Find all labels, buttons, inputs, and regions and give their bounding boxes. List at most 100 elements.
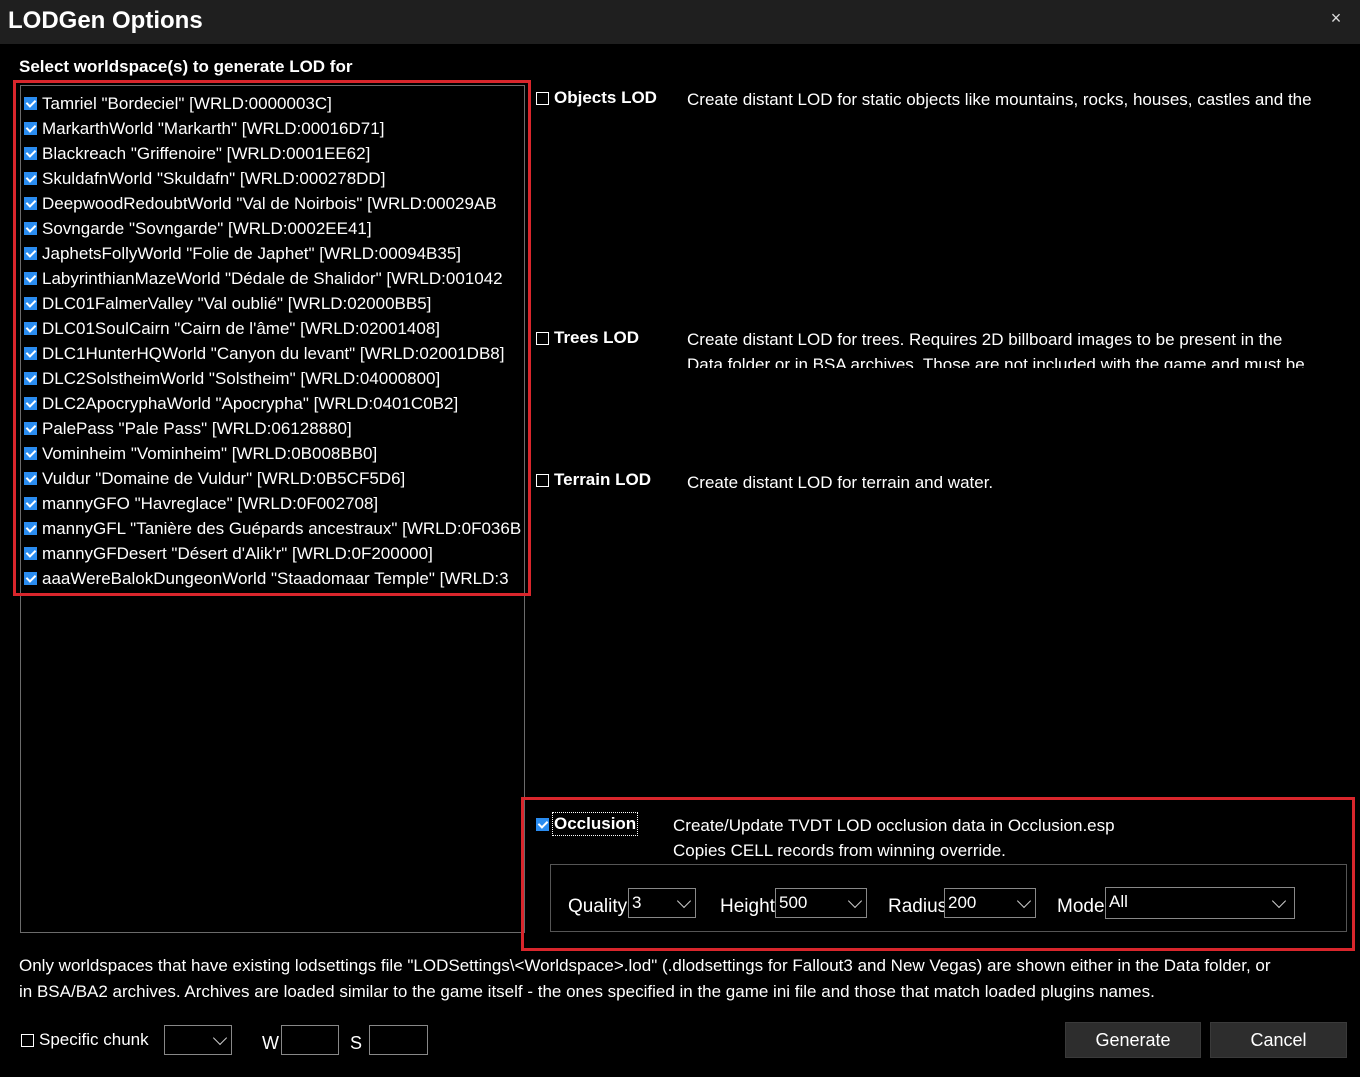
generate-button[interactable]: Generate (1065, 1022, 1201, 1058)
worldspace-item[interactable]: SkuldafnWorld "Skuldafn" [WRLD:000278DD] (24, 166, 521, 191)
objects-lod-checkbox[interactable] (536, 91, 549, 105)
worldspace-checkbox[interactable] (24, 247, 37, 260)
worldspace-checkbox[interactable] (24, 572, 37, 585)
chunk-select[interactable] (164, 1025, 232, 1055)
worldspace-checkbox[interactable] (24, 397, 37, 410)
worldspace-checkbox[interactable] (24, 147, 37, 160)
worldspace-label: Blackreach "Griffenoire" [WRLD:0001EE62] (42, 144, 371, 163)
title-bar (0, 0, 1360, 44)
chevron-down-icon (1271, 893, 1287, 909)
worldspace-item[interactable]: Vuldur "Domaine de Vuldur" [WRLD:0B5CF5D… (24, 466, 521, 491)
occlusion-checkbox[interactable] (536, 817, 549, 831)
mode-value: All (1109, 892, 1128, 911)
worldspace-label: JaphetsFollyWorld "Folie de Japhet" [WRL… (42, 244, 462, 263)
terrain-lod-checkbox[interactable] (536, 473, 549, 487)
worldspace-checkbox[interactable] (24, 497, 37, 510)
chunk-w-label: W (262, 1033, 279, 1053)
worldspace-list-label: Select worldspace(s) to generate LOD for (19, 57, 353, 76)
worldspace-label: Sovngarde "Sovngarde" [WRLD:0002EE41] (42, 219, 372, 238)
worldspace-item[interactable]: MarkarthWorld "Markarth" [WRLD:00016D71] (24, 116, 521, 141)
worldspace-item[interactable]: mannyGFO "Havreglace" [WRLD:0F002708] (24, 491, 521, 516)
worldspace-label: Vuldur "Domaine de Vuldur" [WRLD:0B5CF5D… (42, 469, 406, 488)
occlusion-desc-line2: Copies CELL records from winning overrid… (673, 841, 1006, 860)
worldspace-item[interactable]: DeepwoodRedoubtWorld "Val de Noirbois" [… (24, 191, 521, 216)
worldspace-items: Tamriel "Bordeciel" [WRLD:0000003C] Marka… (24, 91, 521, 591)
height-select[interactable]: 500 (775, 888, 867, 918)
occlusion-option[interactable]: Occlusion (536, 812, 639, 836)
worldspace-checkbox[interactable] (24, 547, 37, 560)
worldspace-checkbox[interactable] (24, 522, 37, 535)
worldspace-checkbox[interactable] (24, 97, 37, 110)
worldspace-item[interactable]: mannyGFDesert "Désert d'Alik'r" [WRLD:0F… (24, 541, 521, 566)
worldspace-checkbox[interactable] (24, 472, 37, 485)
radius-value: 200 (948, 893, 977, 912)
worldspace-item[interactable]: Blackreach "Griffenoire" [WRLD:0001EE62] (24, 141, 521, 166)
worldspace-label: DLC01FalmerValley "Val oublié" [WRLD:020… (42, 294, 432, 313)
worldspace-item[interactable]: DLC2SolstheimWorld "Solstheim" [WRLD:040… (24, 366, 521, 391)
cancel-button[interactable]: Cancel (1210, 1022, 1347, 1058)
worldspace-checkbox[interactable] (24, 272, 37, 285)
window-title: LODGen Options (8, 7, 203, 34)
radius-select[interactable]: 200 (944, 888, 1036, 918)
trees-lod-label: Trees LOD (554, 328, 640, 347)
worldspace-label: aaaWereBalokDungeonWorld "Staadomaar Tem… (42, 569, 509, 588)
worldspace-item[interactable]: JaphetsFollyWorld "Folie de Japhet" [WRL… (24, 241, 521, 266)
worldspace-item[interactable]: DLC01FalmerValley "Val oublié" [WRLD:020… (24, 291, 521, 316)
worldspace-item[interactable]: DLC1HunterHQWorld "Canyon du levant" [WR… (24, 341, 521, 366)
quality-select[interactable]: 3 (628, 888, 696, 918)
worldspace-item[interactable]: aaaWereBalokDungeonWorld "Staadomaar Tem… (24, 566, 521, 591)
specific-chunk-checkbox[interactable] (21, 1033, 34, 1047)
worldspace-label: DLC2ApocryphaWorld "Apocrypha" [WRLD:040… (42, 394, 459, 413)
worldspace-item[interactable]: Tamriel "Bordeciel" [WRLD:0000003C] (24, 91, 521, 116)
trees-lod-option[interactable]: Trees LOD (536, 328, 639, 348)
terrain-lod-option[interactable]: Terrain LOD (536, 470, 651, 490)
worldspace-checkbox[interactable] (24, 197, 37, 210)
worldspace-item[interactable]: mannyGFL "Tanière des Guépards ancestrau… (24, 516, 521, 541)
specific-chunk-label: Specific chunk (39, 1030, 149, 1049)
worldspace-label: SkuldafnWorld "Skuldafn" [WRLD:000278DD] (42, 169, 386, 188)
worldspace-checkbox[interactable] (24, 447, 37, 460)
worldspace-checkbox[interactable] (24, 222, 37, 235)
worldspace-label: mannyGFL "Tanière des Guépards ancestrau… (42, 519, 522, 538)
worldspace-label: DLC2SolstheimWorld "Solstheim" [WRLD:040… (42, 369, 441, 388)
objects-lod-option[interactable]: Objects LOD (536, 88, 657, 108)
worldspace-list[interactable]: Tamriel "Bordeciel" [WRLD:0000003C] Marka… (20, 85, 525, 933)
height-value: 500 (779, 893, 808, 912)
worldspace-checkbox[interactable] (24, 322, 37, 335)
chunk-w-input[interactable] (281, 1025, 339, 1055)
terrain-lod-description: Create distant LOD for terrain and water… (687, 473, 994, 492)
worldspace-checkbox[interactable] (24, 372, 37, 385)
worldspace-label: Tamriel "Bordeciel" [WRLD:0000003C] (42, 94, 332, 113)
worldspace-item[interactable]: PalePass "Pale Pass" [WRLD:06128880] (24, 416, 521, 441)
worldspace-label: DLC01SoulCairn "Cairn de l'âme" [WRLD:02… (42, 319, 441, 338)
worldspace-checkbox[interactable] (24, 172, 37, 185)
height-label: Height (720, 896, 775, 917)
worldspace-item[interactable]: LabyrinthianMazeWorld "Dédale de Shalido… (24, 266, 521, 291)
worldspace-checkbox[interactable] (24, 422, 37, 435)
trees-lod-desc-line1: Create distant LOD for trees. Requires 2… (687, 330, 1283, 349)
chevron-down-icon (212, 1030, 228, 1046)
info-text: Only worldspaces that have existing lods… (19, 953, 1349, 1005)
worldspace-checkbox[interactable] (24, 347, 37, 360)
mode-select[interactable]: All (1105, 887, 1295, 919)
worldspace-label: mannyGFO "Havreglace" [WRLD:0F002708] (42, 494, 379, 513)
worldspace-item[interactable]: DLC2ApocryphaWorld "Apocrypha" [WRLD:040… (24, 391, 521, 416)
worldspace-checkbox[interactable] (24, 297, 37, 310)
worldspace-item[interactable]: Vominheim "Vominheim" [WRLD:0B008BB0] (24, 441, 521, 466)
info-line1: Only worldspaces that have existing lods… (19, 956, 1271, 975)
trees-lod-description: Create distant LOD for trees. Requires 2… (687, 327, 1347, 368)
chunk-s-input[interactable] (369, 1025, 428, 1055)
chunk-s-label: S (350, 1033, 363, 1053)
objects-lod-description: Create distant LOD for static objects li… (687, 90, 1312, 109)
specific-chunk-option[interactable]: Specific chunk (21, 1030, 149, 1050)
worldspace-item[interactable]: Sovngarde "Sovngarde" [WRLD:0002EE41] (24, 216, 521, 241)
chevron-down-icon (676, 893, 692, 909)
worldspace-item[interactable]: DLC01SoulCairn "Cairn de l'âme" [WRLD:02… (24, 316, 521, 341)
close-icon[interactable]: × (1326, 8, 1346, 28)
trees-lod-checkbox[interactable] (536, 331, 549, 345)
trees-lod-desc-line2: Data folder or in BSA archives. Those ar… (687, 355, 1305, 368)
worldspace-label: DeepwoodRedoubtWorld "Val de Noirbois" [… (42, 194, 497, 213)
chevron-down-icon (1016, 893, 1032, 909)
worldspace-checkbox[interactable] (24, 122, 37, 135)
worldspace-label: Vominheim "Vominheim" [WRLD:0B008BB0] (42, 444, 378, 463)
